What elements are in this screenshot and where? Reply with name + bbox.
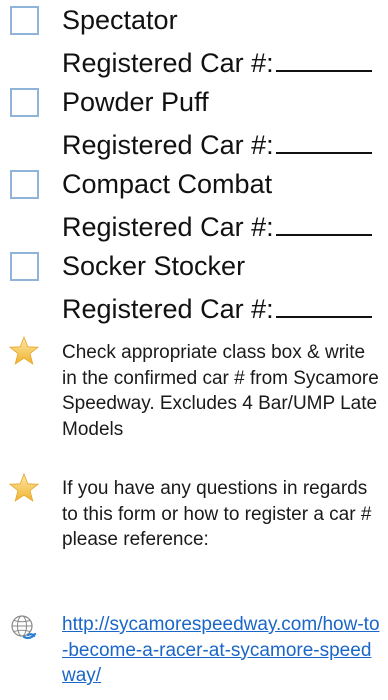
- registered-car-label: Registered Car #:: [62, 294, 274, 324]
- globe-icon: [11, 615, 37, 640]
- powder-puff-checkbox[interactable]: [10, 88, 39, 117]
- socker-stocker-checkbox[interactable]: [10, 252, 39, 281]
- spectator-checkbox[interactable]: [10, 6, 39, 35]
- class-label: Socker Stocker: [62, 251, 246, 281]
- star-icon: [8, 472, 40, 502]
- registered-car-line: Registered Car #:: [62, 126, 372, 163]
- speedway-link[interactable]: http://sycamorespeedway.com/how-to-becom…: [62, 612, 384, 689]
- registered-car-line: Registered Car #:: [62, 290, 372, 327]
- class-label: Spectator: [62, 5, 178, 35]
- car-number-blank[interactable]: [275, 44, 372, 72]
- registered-car-label: Registered Car #:: [62, 212, 274, 242]
- registered-car-line: Registered Car #:: [62, 208, 372, 245]
- registered-car-label: Registered Car #:: [62, 130, 274, 160]
- car-number-blank[interactable]: [275, 290, 372, 318]
- class-label: Powder Puff: [62, 87, 209, 117]
- compact-combat-checkbox[interactable]: [10, 170, 39, 199]
- registered-car-line: Registered Car #:: [62, 44, 372, 81]
- star-icon: [8, 335, 40, 365]
- class-label: Compact Combat: [62, 169, 273, 199]
- questions-note: If you have any questions in regards to …: [62, 478, 372, 550]
- car-number-blank[interactable]: [275, 208, 372, 236]
- registered-car-label: Registered Car #:: [62, 48, 274, 78]
- instruction-note: Check appropriate class box & write in t…: [62, 342, 379, 440]
- car-number-blank[interactable]: [275, 126, 372, 154]
